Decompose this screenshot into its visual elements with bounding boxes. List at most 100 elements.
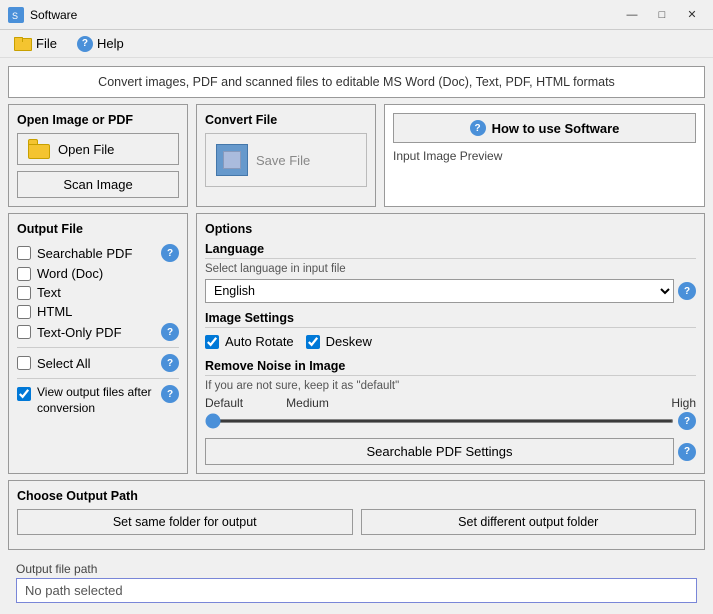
checkbox-row-word-doc: Word (Doc) — [17, 264, 179, 283]
title-bar-controls: — □ ✕ — [619, 5, 705, 25]
banner: Convert images, PDF and scanned files to… — [8, 66, 705, 98]
how-to-help-icon: ? — [470, 120, 486, 136]
help-noise[interactable]: ? — [678, 412, 696, 430]
file-path-input[interactable] — [16, 578, 697, 603]
label-text-only-pdf: Text-Only PDF — [37, 325, 155, 340]
help-icon: ? — [77, 36, 93, 52]
checkbox-word-doc[interactable] — [17, 267, 31, 281]
banner-text: Convert images, PDF and scanned files to… — [98, 75, 615, 89]
menu-file-label: File — [36, 36, 57, 51]
output-file-section: Output File Searchable PDF ? Word (Doc) … — [8, 213, 188, 474]
how-to-label: How to use Software — [492, 121, 620, 136]
scan-image-button[interactable]: Scan Image — [17, 171, 179, 198]
options-title: Options — [205, 222, 696, 236]
checkbox-deskew[interactable] — [306, 335, 320, 349]
help-text-only-pdf[interactable]: ? — [161, 323, 179, 341]
menu-help[interactable]: ? Help — [69, 33, 132, 55]
label-text: Text — [37, 285, 179, 300]
output-path-section: Choose Output Path Set same folder for o… — [8, 480, 705, 550]
open-file-button[interactable]: Open File — [17, 133, 179, 165]
output-path-title: Choose Output Path — [17, 489, 696, 503]
file-icon — [14, 37, 32, 51]
title-text: Software — [30, 8, 77, 22]
checkbox-row-select-all: Select All ? — [17, 352, 179, 374]
checkbox-row-html: HTML — [17, 302, 179, 321]
pdf-settings-row: Searchable PDF Settings ? — [205, 438, 696, 465]
file-path-section: Output file path — [8, 556, 705, 603]
output-file-title: Output File — [17, 222, 179, 236]
label-view-output: View output files after conversion — [37, 385, 155, 416]
menu-help-label: Help — [97, 36, 124, 51]
language-select[interactable]: English French German Spanish Italian Po… — [205, 279, 674, 303]
same-folder-button[interactable]: Set same folder for output — [17, 509, 353, 535]
help-view-output[interactable]: ? — [161, 385, 179, 403]
title-bar-left: S Software — [8, 7, 77, 23]
bottom-row: Output File Searchable PDF ? Word (Doc) … — [8, 213, 705, 474]
remove-noise-desc: If you are not sure, keep it as "default… — [205, 380, 696, 392]
save-icon — [216, 144, 248, 176]
image-settings-title: Image Settings — [205, 311, 696, 328]
help-select-all[interactable]: ? — [161, 354, 179, 372]
checkbox-html[interactable] — [17, 305, 31, 319]
checkbox-auto-rotate[interactable] — [205, 335, 219, 349]
app-icon: S — [8, 7, 24, 23]
pdf-settings-button[interactable]: Searchable PDF Settings — [205, 438, 674, 465]
save-file-label: Save File — [256, 153, 310, 168]
main-content: Convert images, PDF and scanned files to… — [0, 58, 713, 611]
convert-section: Convert File Save File — [196, 104, 376, 207]
how-to-button[interactable]: ? How to use Software — [393, 113, 696, 143]
title-bar: S Software — □ ✕ — [0, 0, 713, 30]
checkbox-view-output[interactable] — [17, 387, 31, 401]
language-desc: Select language in input file — [205, 263, 696, 275]
open-section: Open Image or PDF Open File Scan Image — [8, 104, 188, 207]
convert-section-title: Convert File — [205, 113, 367, 127]
options-section: Options Language Select language in inpu… — [196, 213, 705, 474]
open-section-title: Open Image or PDF — [17, 113, 179, 127]
maximize-button[interactable]: □ — [649, 5, 675, 25]
checkbox-text-only-pdf[interactable] — [17, 325, 31, 339]
divider2 — [17, 378, 179, 379]
deskew-row: Deskew — [306, 332, 372, 351]
help-language[interactable]: ? — [678, 282, 696, 300]
help-searchable-pdf[interactable]: ? — [161, 244, 179, 262]
save-file-area: Save File — [205, 133, 367, 187]
checkbox-row-text: Text — [17, 283, 179, 302]
label-deskew: Deskew — [326, 334, 372, 349]
file-path-label: Output file path — [16, 562, 697, 576]
label-select-all: Select All — [37, 356, 155, 371]
language-row: English French German Spanish Italian Po… — [205, 279, 696, 303]
checkbox-row-searchable-pdf: Searchable PDF ? — [17, 242, 179, 264]
noise-slider[interactable] — [205, 419, 674, 423]
checkbox-row-text-only-pdf: Text-Only PDF ? — [17, 321, 179, 343]
output-path-buttons: Set same folder for output Set different… — [17, 509, 696, 535]
checkbox-searchable-pdf[interactable] — [17, 246, 31, 260]
view-output-row: View output files after conversion ? — [17, 383, 179, 418]
menu-file[interactable]: File — [6, 33, 65, 54]
menu-bar: File ? Help — [0, 30, 713, 58]
remove-noise-title: Remove Noise in Image — [205, 359, 696, 376]
different-folder-button[interactable]: Set different output folder — [361, 509, 697, 535]
label-auto-rotate: Auto Rotate — [225, 334, 294, 349]
label-word-doc: Word (Doc) — [37, 266, 179, 281]
open-file-label: Open File — [58, 142, 114, 157]
folder-icon — [28, 139, 52, 159]
preview-label: Input Image Preview — [393, 147, 696, 165]
minimize-button[interactable]: — — [619, 5, 645, 25]
language-subtitle: Language — [205, 242, 696, 259]
noise-slider-row: ? — [205, 412, 696, 430]
checkbox-text[interactable] — [17, 286, 31, 300]
top-row: Open Image or PDF Open File Scan Image C… — [8, 104, 705, 207]
image-settings-row: Auto Rotate Deskew — [205, 332, 696, 351]
checkbox-select-all[interactable] — [17, 356, 31, 370]
close-button[interactable]: ✕ — [679, 5, 705, 25]
help-pdf-settings[interactable]: ? — [678, 443, 696, 461]
svg-text:S: S — [12, 11, 18, 21]
auto-rotate-row: Auto Rotate — [205, 332, 294, 351]
label-html: HTML — [37, 304, 179, 319]
noise-default-label: Default — [205, 396, 275, 410]
noise-high-label: High — [340, 396, 696, 410]
noise-medium-label: Medium — [275, 396, 340, 410]
preview-section: ? How to use Software Input Image Previe… — [384, 104, 705, 207]
divider — [17, 347, 179, 348]
noise-labels: Default Medium High — [205, 396, 696, 410]
